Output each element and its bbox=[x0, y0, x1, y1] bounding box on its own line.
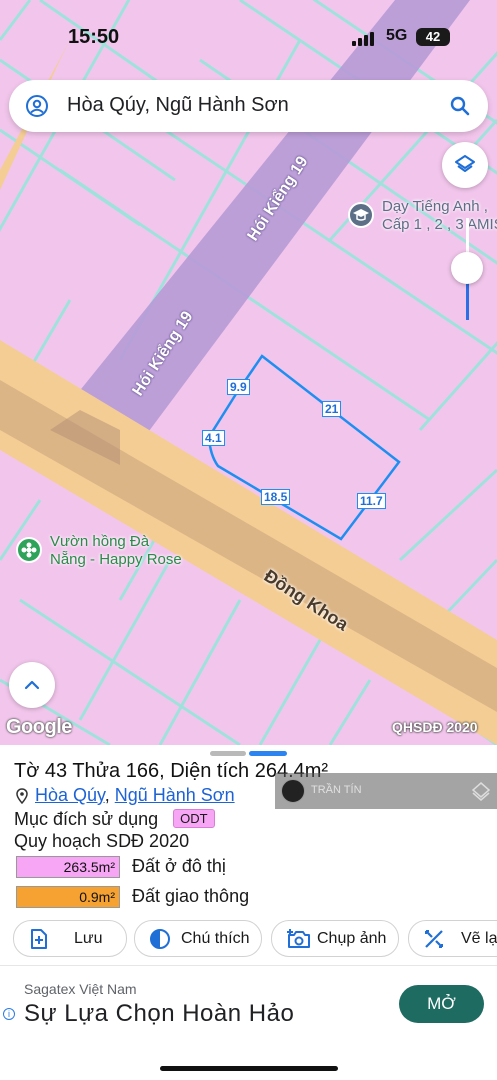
ad-open-button[interactable]: MỞ bbox=[399, 985, 484, 1023]
person-circle-icon[interactable] bbox=[25, 94, 49, 118]
capture-button[interactable]: Chụp ảnh bbox=[271, 920, 399, 957]
save-label: Lưu bbox=[74, 930, 103, 947]
avatar bbox=[281, 779, 305, 803]
home-bar-area bbox=[0, 1040, 497, 1080]
ad-banner[interactable]: Sagatex Việt Nam i Sự Lựa Chọn Hoàn Hảo … bbox=[0, 965, 497, 1040]
segment-length-label: 9.9 bbox=[227, 379, 250, 395]
google-logo: Google bbox=[6, 716, 72, 738]
status-time: 15:50 bbox=[68, 26, 120, 48]
map-source-label: QHSDĐ 2020 bbox=[392, 719, 478, 735]
land-use-area: 263.5m² bbox=[16, 856, 120, 878]
expand-up-button[interactable] bbox=[9, 662, 55, 708]
segment-length-label: 4.1 bbox=[202, 430, 225, 446]
land-use-label: Đất giao thông bbox=[132, 886, 250, 906]
status-bar: 15:50 5G 42 bbox=[0, 18, 497, 56]
brand-logo-icon bbox=[471, 782, 491, 801]
poi-flower-name-line1: Vườn hồng Đà bbox=[50, 533, 150, 550]
search-query[interactable]: Hòa Qúy, Ngũ Hành Sơn bbox=[67, 94, 289, 117]
segment-length-label: 11.7 bbox=[357, 493, 386, 509]
search-icon[interactable] bbox=[448, 94, 472, 118]
camera-add-icon bbox=[287, 929, 310, 948]
layers-button[interactable] bbox=[442, 142, 488, 188]
sheet-page-indicator bbox=[249, 751, 287, 756]
plan-title: Quy hoạch SDĐ 2020 bbox=[14, 831, 190, 851]
parcel-location: Hòa Qúy, Ngũ Hành Sơn bbox=[35, 785, 235, 806]
legend-label: Chú thích bbox=[181, 930, 250, 947]
segment-length-label: 18.5 bbox=[261, 489, 291, 505]
ward-link[interactable]: Hòa Qúy bbox=[35, 785, 105, 805]
save-add-icon bbox=[31, 929, 47, 949]
opacity-slider-thumb[interactable] bbox=[451, 252, 483, 284]
chevron-up-icon bbox=[24, 680, 40, 690]
battery-icon: 42 bbox=[416, 28, 450, 46]
ad-headline: Sự Lựa Chọn Hoàn Hảo bbox=[24, 1000, 295, 1027]
legend-button[interactable]: Chú thích bbox=[134, 920, 262, 957]
land-use-area: 0.9m² bbox=[16, 886, 120, 908]
legend-icon bbox=[150, 929, 170, 949]
location-separator: , bbox=[104, 785, 110, 805]
draw-icon bbox=[425, 930, 443, 948]
district-link[interactable]: Ngũ Hành Sơn bbox=[115, 785, 235, 805]
cellular-signal-icon bbox=[352, 32, 374, 46]
purpose-code-badge: ODT bbox=[173, 809, 215, 828]
draw-button[interactable]: Vẽ lạ bbox=[408, 920, 497, 957]
user-watermark: TRẦN TÍN bbox=[275, 773, 497, 809]
purpose-label: Mục đích sử dụng bbox=[14, 809, 159, 829]
segment-length-label: 21 bbox=[322, 401, 342, 417]
watermark-name: TRẦN TÍN bbox=[311, 784, 362, 796]
home-indicator[interactable] bbox=[160, 1066, 338, 1071]
ad-info-icon[interactable]: i bbox=[3, 1008, 15, 1020]
save-button[interactable]: Lưu bbox=[13, 920, 127, 957]
poi-school-name-line1: Dạy Tiếng Anh , bbox=[382, 198, 488, 215]
land-use-label: Đất ở đô thị bbox=[132, 856, 226, 876]
parcel-info-sheet[interactable]: Tờ 43 Thửa 166, Diện tích 264.4m² Hòa Qú… bbox=[0, 745, 497, 965]
land-purpose-row: Mục đích sử dụng ODT bbox=[14, 809, 215, 830]
poi-school-name-line2: Cấp 1 , 2 , 3 AMIS bbox=[382, 216, 497, 233]
search-bar[interactable]: Hòa Qúy, Ngũ Hành Sơn bbox=[9, 80, 488, 132]
action-buttons: Lưu Chú thích Chụp ảnh Vẽ lạ bbox=[0, 920, 497, 960]
sheet-handle[interactable] bbox=[210, 751, 246, 756]
poi-flower-name-line2: Nẵng - Happy Rose bbox=[50, 551, 182, 568]
ad-advertiser: Sagatex Việt Nam bbox=[24, 981, 137, 997]
layers-icon bbox=[455, 155, 475, 172]
network-type: 5G bbox=[386, 27, 408, 44]
location-pin-icon bbox=[16, 788, 28, 804]
flower-icon bbox=[16, 537, 42, 563]
school-icon bbox=[348, 202, 374, 228]
capture-label: Chụp ảnh bbox=[317, 930, 387, 947]
draw-label: Vẽ lạ bbox=[461, 930, 497, 947]
